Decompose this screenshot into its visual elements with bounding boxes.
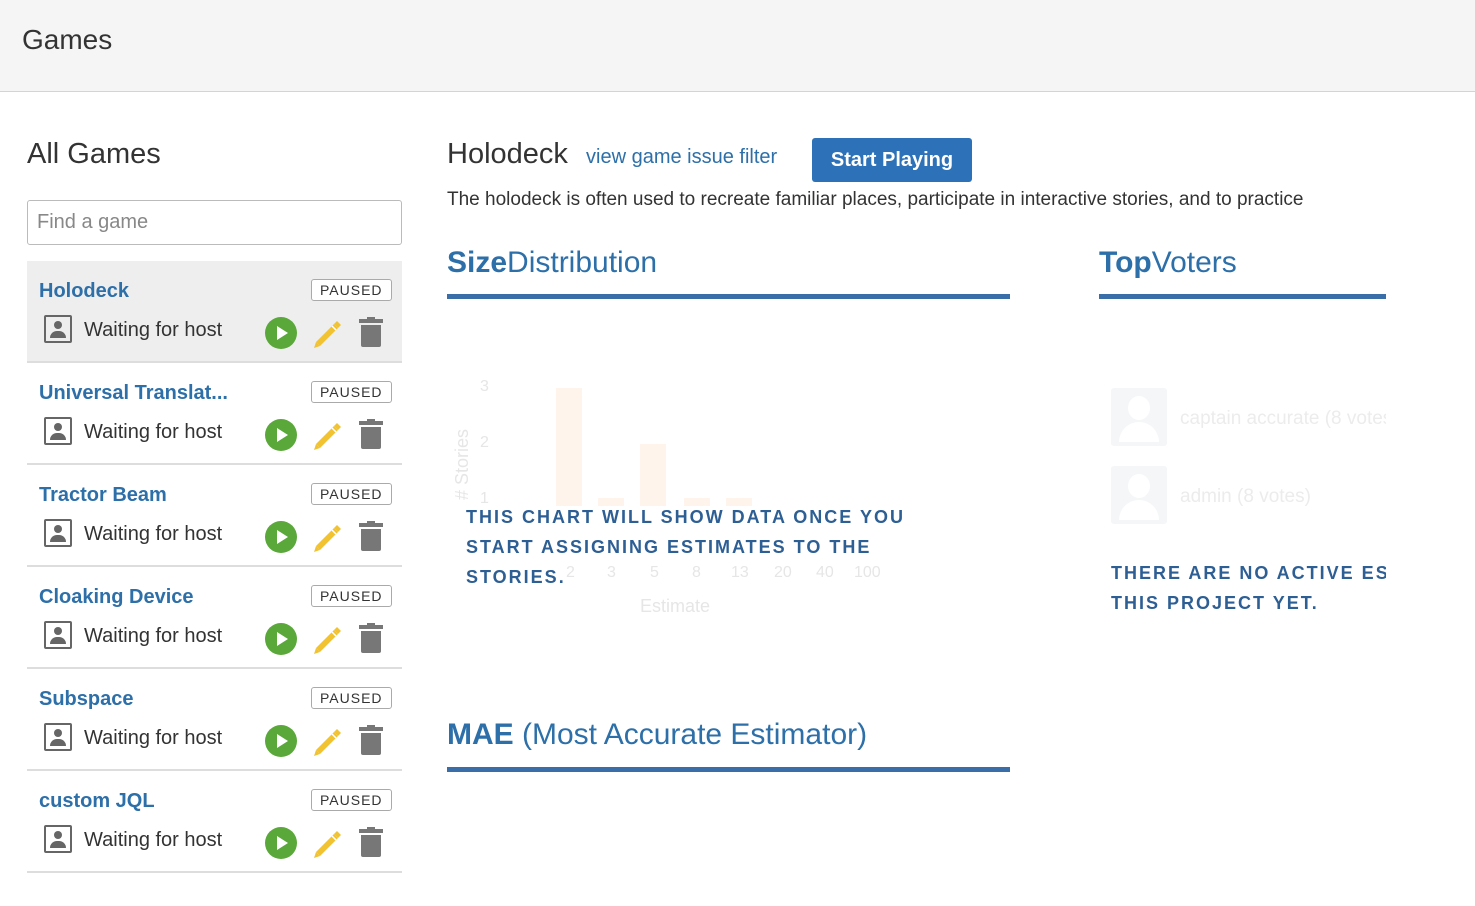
play-icon[interactable]: [265, 317, 297, 349]
pencil-icon[interactable]: [310, 418, 344, 452]
view-issue-filter-link[interactable]: view game issue filter: [586, 146, 777, 169]
status-badge: PAUSED: [311, 789, 392, 811]
game-list-item[interactable]: Universal Translat... PAUSED Waiting for…: [27, 363, 402, 465]
placeholder-y-axis-label: # Stories: [452, 428, 472, 500]
game-description: The holodeck is often used to recreate f…: [447, 189, 1304, 210]
avatar: [1111, 388, 1167, 446]
game-list-item[interactable]: Tractor Beam PAUSED Waiting for host: [27, 465, 402, 567]
pencil-icon[interactable]: [310, 826, 344, 860]
user-placeholder-icon: [44, 417, 72, 445]
status-badge: PAUSED: [311, 279, 392, 301]
mae-title-bold: MAE: [447, 718, 514, 751]
size-distribution-title-bold: Size: [447, 246, 508, 279]
page-title: Games: [22, 24, 113, 55]
placeholder-y-tick: 2: [480, 434, 489, 451]
trash-icon[interactable]: [359, 521, 383, 551]
play-icon[interactable]: [265, 521, 297, 553]
top-voters-title: TopVoters: [1099, 246, 1237, 280]
all-games-heading: All Games: [27, 138, 161, 170]
host-status-text: Waiting for host: [84, 829, 223, 851]
pencil-icon[interactable]: [310, 724, 344, 758]
top-voters-title-bold: Top: [1099, 246, 1152, 279]
trash-icon[interactable]: [359, 419, 383, 449]
size-distribution-title-rest: Distribution: [507, 246, 658, 279]
avatar: [1111, 466, 1167, 524]
game-list-item[interactable]: Holodeck PAUSED Waiting for host: [27, 261, 402, 363]
game-name[interactable]: Subspace: [39, 688, 133, 711]
status-badge: PAUSED: [311, 585, 392, 607]
user-placeholder-icon: [44, 315, 72, 343]
status-badge: PAUSED: [311, 483, 392, 505]
placeholder-y-tick: 3: [480, 378, 489, 395]
game-name[interactable]: Tractor Beam: [39, 484, 167, 507]
game-name[interactable]: Cloaking Device: [39, 586, 194, 609]
host-status-text: Waiting for host: [84, 319, 223, 341]
game-name[interactable]: custom JQL: [39, 790, 155, 813]
game-list-item[interactable]: Subspace PAUSED Waiting for host: [27, 669, 402, 771]
user-placeholder-icon: [44, 519, 72, 547]
status-badge: PAUSED: [311, 381, 392, 403]
top-voters-title-rest: Voters: [1151, 246, 1237, 279]
user-placeholder-icon: [44, 825, 72, 853]
pencil-icon[interactable]: [310, 316, 344, 350]
play-icon[interactable]: [265, 623, 297, 655]
mae-title-rest: (Most Accurate Estimator): [522, 718, 868, 751]
top-voters-panel: captain accurate (8 votes) admin (8 vote…: [1100, 380, 1386, 630]
placeholder-x-axis-label: Estimate: [640, 596, 711, 616]
game-list: Holodeck PAUSED Waiting for host Univers…: [27, 261, 402, 873]
trash-icon[interactable]: [359, 623, 383, 653]
size-distribution-empty-message: This chart will show data once you start…: [466, 507, 905, 587]
start-playing-button[interactable]: Start Playing: [812, 138, 972, 182]
size-distribution-title: SizeDistribution: [447, 246, 657, 280]
trash-icon[interactable]: [359, 725, 383, 755]
mae-title: MAE (Most Accurate Estimator): [447, 718, 867, 752]
host-status-text: Waiting for host: [84, 625, 223, 647]
placeholder-voter-name: captain accurate (8 votes): [1180, 408, 1386, 429]
pencil-icon[interactable]: [310, 622, 344, 656]
placeholder-bar: [556, 388, 582, 506]
game-list-item[interactable]: Cloaking Device PAUSED Waiting for host: [27, 567, 402, 669]
user-placeholder-icon: [44, 621, 72, 649]
host-status-text: Waiting for host: [84, 727, 223, 749]
top-voters-rule: [1099, 294, 1386, 299]
game-title: Holodeck: [447, 138, 568, 170]
host-status-text: Waiting for host: [84, 523, 223, 545]
size-distribution-rule: [447, 294, 1010, 299]
game-list-item[interactable]: custom JQL PAUSED Waiting for host: [27, 771, 402, 873]
host-status-text: Waiting for host: [84, 421, 223, 443]
play-icon[interactable]: [265, 827, 297, 859]
trash-icon[interactable]: [359, 827, 383, 857]
status-badge: PAUSED: [311, 687, 392, 709]
trash-icon[interactable]: [359, 317, 383, 347]
play-icon[interactable]: [265, 419, 297, 451]
game-name[interactable]: Holodeck: [39, 280, 129, 303]
search-input[interactable]: [27, 200, 402, 245]
top-voters-empty-message: There are no active estimators in this p…: [1111, 563, 1386, 613]
placeholder-bar: [640, 444, 666, 506]
top-bar: Games: [0, 0, 1475, 92]
game-name[interactable]: Universal Translat...: [39, 382, 228, 405]
placeholder-voter-name: admin (8 votes): [1180, 486, 1311, 507]
mae-rule: [447, 767, 1010, 772]
play-icon[interactable]: [265, 725, 297, 757]
user-placeholder-icon: [44, 723, 72, 751]
pencil-icon[interactable]: [310, 520, 344, 554]
